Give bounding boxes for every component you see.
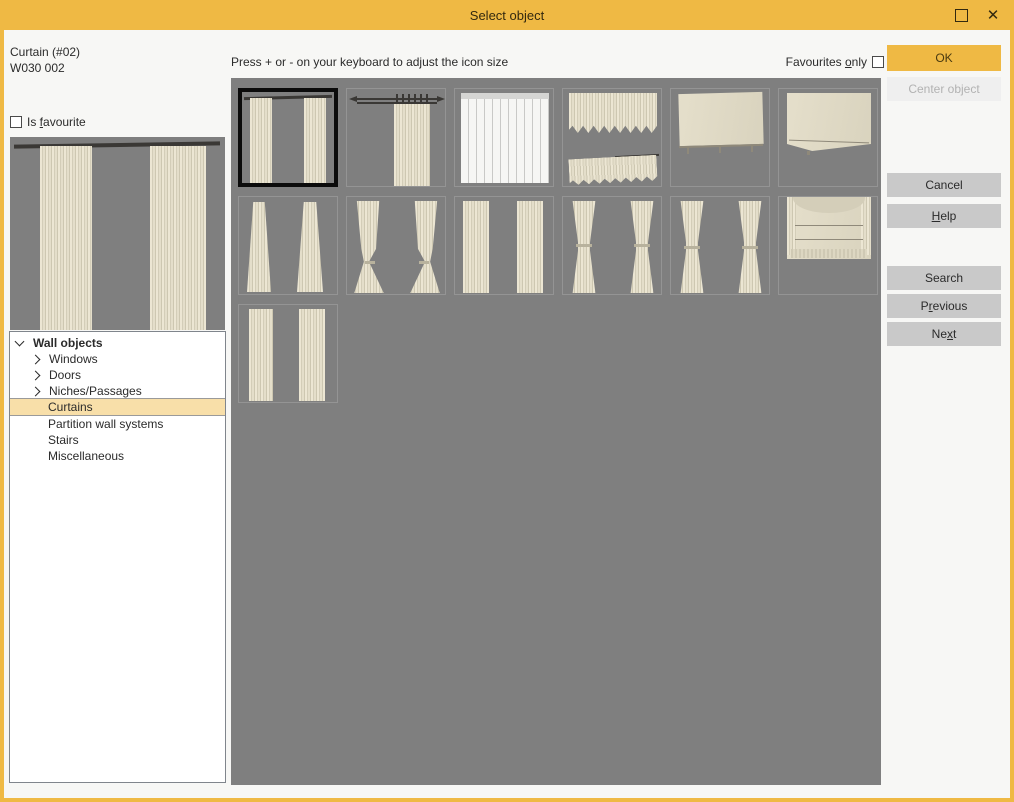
thumbnail-two-panels-tied-at-middle[interactable] [562, 196, 662, 295]
chevron-down-icon[interactable] [15, 337, 25, 347]
side-jabot [861, 197, 871, 255]
tree-item-curtains[interactable]: Curtains [10, 398, 225, 416]
thumbnail-curtains-two-panels-with-rod[interactable] [238, 88, 338, 187]
blind-bracket [719, 146, 721, 153]
chevron-right-icon[interactable] [31, 370, 41, 380]
thumbnail-curtain-single-panel-on-decorative-rod[interactable] [346, 88, 446, 187]
maximize-icon [955, 9, 968, 22]
selected-object-code: W030 002 [10, 61, 65, 75]
icon-size-hint: Press + or - on your keyboard to adjust … [231, 55, 508, 69]
cancel-button[interactable]: Cancel [887, 173, 1001, 197]
thumbnail-two-plain-panels[interactable] [238, 304, 338, 403]
valance-top [569, 93, 657, 133]
tie-back [419, 261, 429, 264]
curtain-tab [408, 94, 410, 104]
rod-finial-icon [349, 96, 357, 102]
curtain-tab [396, 94, 398, 104]
dialog-title: Select object [470, 8, 544, 23]
valance-bottom [568, 155, 657, 186]
tree-item-wall-objects[interactable]: Wall objects [10, 335, 225, 351]
curtain-panel [569, 201, 599, 293]
tree-item-windows[interactable]: Windows [10, 351, 225, 367]
object-preview-image [10, 137, 225, 330]
chevron-right-icon[interactable] [31, 354, 41, 364]
ok-button[interactable]: OK [887, 45, 1001, 71]
shade-pull [807, 151, 810, 155]
side-jabot [787, 197, 797, 255]
thumbnail-two-panels-tied-at-middle-2[interactable] [670, 196, 770, 295]
chevron-right-icon[interactable] [31, 386, 41, 396]
object-thumbnail-grid [231, 78, 881, 785]
favourites-only-label: Favourites only [786, 55, 867, 69]
favourites-only-checkbox[interactable] [872, 56, 884, 68]
curtain-panel [463, 201, 489, 293]
thumbnail-roman-shade[interactable] [778, 88, 878, 187]
rod-finial-icon [437, 96, 445, 102]
tree-item-partition-wall-systems[interactable]: Partition wall systems [10, 416, 225, 432]
center-object-button[interactable]: Center object [887, 77, 1001, 101]
curtain-panel [304, 98, 326, 186]
next-button[interactable]: Next [887, 322, 1001, 346]
curtain-panel [394, 104, 430, 186]
curtain-panel [150, 146, 206, 330]
curtain-panel [40, 146, 92, 330]
thumbnail-roller-blind[interactable] [670, 88, 770, 187]
is-favourite-checkbox-row[interactable]: Is favourite [10, 115, 86, 129]
curtain-panel [297, 202, 323, 292]
tree-item-doors[interactable]: Doors [10, 367, 225, 383]
curtain-panel [517, 201, 543, 293]
curtain-panel [409, 201, 441, 293]
category-tree: Wall objects Windows Doors Niches/Passag… [9, 331, 226, 783]
curtain-panel [249, 309, 273, 401]
thumbnail-two-straight-panels[interactable] [454, 196, 554, 295]
tree-item-niches-passages[interactable]: Niches/Passages [10, 383, 225, 399]
curtain-panel [627, 201, 657, 293]
blind-panel [678, 92, 763, 146]
is-favourite-label: Is favourite [27, 115, 86, 129]
blind-bracket [751, 145, 753, 152]
thumbnail-vertical-blinds[interactable] [454, 88, 554, 187]
tie-back [365, 261, 375, 264]
vertical-blind-slats [461, 99, 549, 183]
selected-object-name: Curtain (#02) [10, 45, 80, 59]
curtain-tab [414, 94, 416, 104]
tie-band [634, 244, 650, 247]
is-favourite-checkbox[interactable] [10, 116, 22, 128]
close-button[interactable]: ✕ [980, 3, 1006, 27]
previous-button[interactable]: Previous [887, 294, 1001, 318]
curtain-tab [420, 94, 422, 104]
thumbnail-valance-pair-zigzag[interactable] [562, 88, 662, 187]
curtain-tab [426, 94, 428, 104]
tie-band [576, 244, 592, 247]
pelmet-seam [795, 239, 863, 240]
tie-band [684, 246, 700, 249]
help-button[interactable]: Help [887, 204, 1001, 228]
pelmet-fringe [791, 249, 867, 258]
pelmet-seam [795, 225, 863, 226]
blind-bracket [687, 147, 689, 154]
curtain-panel [247, 202, 271, 292]
titlebar: Select object ✕ [0, 0, 1014, 30]
tree-item-stairs[interactable]: Stairs [10, 432, 225, 448]
thumbnail-two-tied-back-panels[interactable] [346, 196, 446, 295]
curtain-panel [250, 98, 272, 186]
thumbnail-swag-valance-pelmet[interactable] [778, 196, 878, 295]
tree-item-miscellaneous[interactable]: Miscellaneous [10, 448, 225, 464]
tie-band [742, 246, 758, 249]
search-button[interactable]: Search [887, 266, 1001, 290]
curtain-panel [299, 309, 325, 401]
thumbnail-two-narrow-tapered-panels[interactable] [238, 196, 338, 295]
favourites-only-row[interactable]: Favourites only [786, 55, 884, 69]
maximize-button[interactable] [948, 3, 974, 27]
curtain-tab [402, 94, 404, 104]
curtain-panel [353, 201, 385, 293]
